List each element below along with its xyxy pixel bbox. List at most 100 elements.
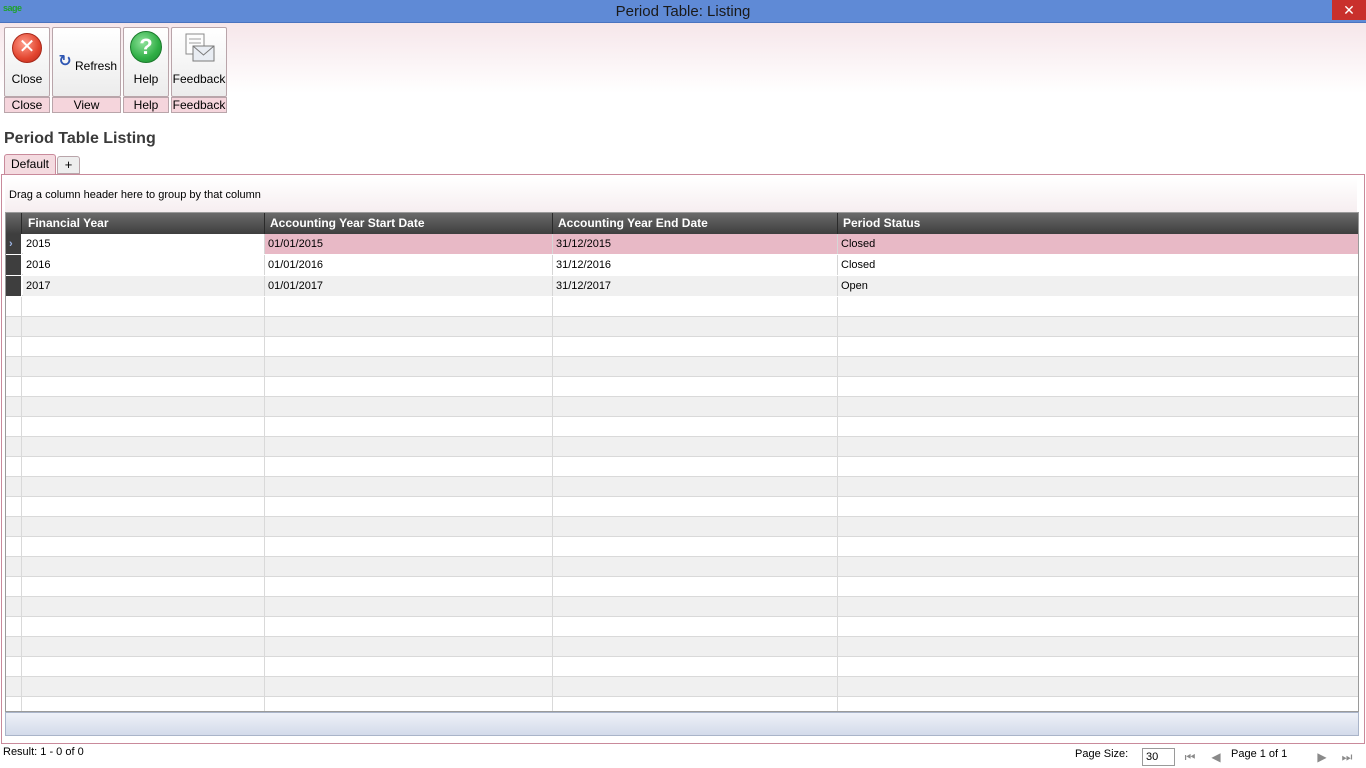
- empty-cell: [838, 317, 1358, 337]
- empty-cell: [838, 297, 1358, 317]
- empty-cell: [265, 537, 553, 557]
- column-header-financial-year[interactable]: Financial Year: [23, 213, 265, 234]
- row-selector[interactable]: [6, 255, 22, 275]
- cell-period-status[interactable]: Open: [838, 276, 1358, 296]
- add-tab-button[interactable]: +: [57, 156, 80, 174]
- empty-row-selector: [6, 357, 22, 377]
- empty-cell: [265, 477, 553, 497]
- column-header-end-date[interactable]: Accounting Year End Date: [553, 213, 838, 234]
- empty-cell: [23, 437, 265, 457]
- empty-cell: [838, 477, 1358, 497]
- empty-cell: [23, 637, 265, 657]
- table-row[interactable]: 2017 01/01/2017 31/12/2017 Open: [6, 276, 1358, 296]
- empty-cell: [838, 377, 1358, 397]
- column-header-period-status[interactable]: Period Status: [838, 213, 1358, 234]
- empty-cell: [265, 357, 553, 377]
- ribbon-group-view: View: [52, 97, 121, 113]
- empty-cell: [553, 597, 838, 617]
- title-bar: sage Period Table: Listing ✕: [0, 0, 1366, 23]
- cell-financial-year[interactable]: 2016: [23, 255, 265, 275]
- empty-row: [6, 577, 1358, 597]
- empty-row: [6, 677, 1358, 697]
- empty-cell: [23, 517, 265, 537]
- empty-cell: [838, 357, 1358, 377]
- header-corner: [6, 213, 22, 234]
- empty-cell: [553, 317, 838, 337]
- empty-row: [6, 517, 1358, 537]
- cell-financial-year[interactable]: 2015: [23, 234, 265, 254]
- grid-footer-bar: [5, 712, 1359, 736]
- empty-cell: [23, 317, 265, 337]
- refresh-button[interactable]: ↻ Refresh: [52, 27, 121, 97]
- previous-page-icon[interactable]: ◀: [1209, 750, 1223, 764]
- empty-cell: [265, 397, 553, 417]
- first-page-icon[interactable]: ⏮: [1183, 750, 1197, 764]
- empty-row: [6, 357, 1358, 377]
- close-button[interactable]: ✕ Close: [4, 27, 50, 97]
- close-icon: ✕: [12, 33, 42, 63]
- empty-row: [6, 437, 1358, 457]
- empty-row-selector: [6, 417, 22, 437]
- empty-row-selector: [6, 537, 22, 557]
- empty-cell: [838, 497, 1358, 517]
- window-close-button[interactable]: ✕: [1332, 0, 1366, 20]
- feedback-button-label: Feedback: [172, 72, 226, 86]
- empty-cell: [265, 677, 553, 697]
- empty-row-selector: [6, 337, 22, 357]
- table-row[interactable]: › 2015 01/01/2015 31/12/2015 Closed: [6, 234, 1358, 254]
- cell-end-date[interactable]: 31/12/2015: [553, 234, 838, 254]
- current-row-arrow-icon: ›: [9, 238, 13, 250]
- empty-row-selector: [6, 437, 22, 457]
- help-button[interactable]: ? Help: [123, 27, 169, 97]
- empty-cell: [838, 617, 1358, 637]
- empty-cell: [23, 477, 265, 497]
- feedback-button[interactable]: Feedback: [171, 27, 227, 97]
- empty-cell: [838, 657, 1358, 677]
- cell-period-status[interactable]: Closed: [838, 255, 1358, 275]
- empty-cell: [553, 617, 838, 637]
- empty-cell: [265, 377, 553, 397]
- empty-row: [6, 417, 1358, 437]
- cell-start-date[interactable]: 01/01/2016: [265, 255, 553, 275]
- empty-row: [6, 477, 1358, 497]
- empty-cell: [553, 577, 838, 597]
- empty-cell: [838, 417, 1358, 437]
- feedback-icon: [185, 33, 215, 62]
- empty-row-selector: [6, 657, 22, 677]
- cell-end-date[interactable]: 31/12/2016: [553, 255, 838, 275]
- cell-financial-year[interactable]: 2017: [23, 276, 265, 296]
- cell-period-status[interactable]: Closed: [838, 234, 1358, 254]
- row-selector[interactable]: ›: [6, 234, 22, 254]
- empty-row-selector: [6, 457, 22, 477]
- empty-row: [6, 617, 1358, 637]
- cell-end-date[interactable]: 31/12/2017: [553, 276, 838, 296]
- row-selector[interactable]: [6, 276, 22, 296]
- empty-row-selector: [6, 517, 22, 537]
- cell-start-date[interactable]: 01/01/2015: [265, 234, 553, 254]
- empty-cell: [553, 517, 838, 537]
- empty-cell: [265, 697, 553, 711]
- ribbon-toolbar: ✕ Close Close ↻ Refresh View ? Help Help…: [0, 23, 1366, 123]
- empty-cell: [553, 377, 838, 397]
- empty-cell: [23, 417, 265, 437]
- group-by-drop-area[interactable]: Drag a column header here to group by th…: [5, 178, 1357, 212]
- cell-start-date[interactable]: 01/01/2017: [265, 276, 553, 296]
- empty-row-selector: [6, 397, 22, 417]
- next-page-icon[interactable]: ▶: [1315, 750, 1329, 764]
- empty-cell: [838, 677, 1358, 697]
- tab-default[interactable]: Default: [4, 154, 56, 174]
- empty-cell: [265, 317, 553, 337]
- empty-cell: [553, 677, 838, 697]
- empty-cell: [265, 457, 553, 477]
- empty-row: [6, 457, 1358, 477]
- empty-row-selector: [6, 297, 22, 317]
- empty-cell: [265, 297, 553, 317]
- table-row[interactable]: 2016 01/01/2016 31/12/2016 Closed: [6, 255, 1358, 275]
- last-page-icon[interactable]: ⏭: [1340, 750, 1354, 764]
- empty-cell: [23, 337, 265, 357]
- empty-cell: [23, 597, 265, 617]
- close-button-label: Close: [11, 72, 43, 86]
- column-header-start-date[interactable]: Accounting Year Start Date: [265, 213, 553, 234]
- empty-cell: [23, 617, 265, 637]
- page-size-input[interactable]: [1142, 748, 1175, 766]
